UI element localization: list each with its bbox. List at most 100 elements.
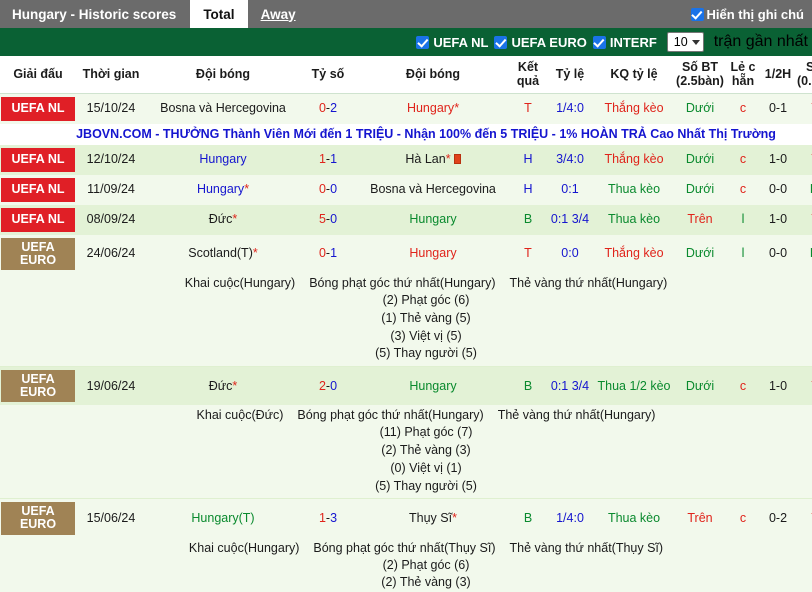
- score-away: 2: [330, 101, 338, 116]
- league-badge: UEFA NL: [1, 207, 75, 232]
- over-under-25-cell: Dưới: [674, 174, 726, 205]
- league-badge: UEFA EURO: [1, 237, 75, 270]
- over-under-075-cell: Trên: [796, 144, 812, 175]
- league-badge: UEFA NL: [1, 147, 75, 172]
- result-cell: H: [510, 144, 546, 175]
- odds-cell: 0:1 3/4: [546, 366, 594, 406]
- promo-banner-text: JBOVN.COM - THƯỞNG Thành Viên Mới đến 1 …: [76, 126, 776, 141]
- away-team-cell: Hà Lan*: [356, 144, 510, 175]
- league-cell: UEFA EURO: [0, 234, 76, 273]
- table-row[interactable]: UEFA NL 08/09/24 Đức* 5-0 Hungary B 0:1 3/4 Thu…: [0, 204, 812, 235]
- tab-away[interactable]: Away: [248, 0, 309, 28]
- column-header: KQ tỷ lệ: [594, 56, 674, 94]
- home-advantage-star-icon: *: [232, 212, 238, 227]
- table-row[interactable]: UEFA NL 11/09/24 Hungary* 0-0 Bosna và Herce…: [0, 174, 812, 205]
- top-bar: Hungary - Historic scores Total Away Hiển…: [0, 0, 812, 28]
- odds-result-cell: Thua kèo: [594, 498, 674, 538]
- over-under-25-cell: Trên: [674, 498, 726, 538]
- odd-even-cell: c: [726, 144, 760, 175]
- match-notes-stat-line: (2) Phạt góc (6): [382, 557, 470, 572]
- match-notes-heading-item: Khai cuộc(Hungary): [188, 540, 300, 555]
- filter-interf[interactable]: INTERF: [592, 34, 657, 50]
- filter-checkbox[interactable]: [416, 35, 430, 49]
- league-cell: UEFA EURO: [0, 366, 76, 406]
- match-notes-stat-line: (2) Thẻ vàng (3): [381, 575, 471, 590]
- column-header: Số BT (2.5bàn): [674, 56, 726, 94]
- filter-checkbox[interactable]: [592, 35, 606, 49]
- table-row[interactable]: UEFA EURO 15/06/24 Hungary(T) 1-3 Thụy Sĩ* B 1…: [0, 498, 812, 538]
- odds-result-cell: Thua 1/2 kèo: [594, 366, 674, 406]
- league-cell: UEFA EURO: [0, 498, 76, 538]
- match-notes-heading: Khai cuộc(Hungary) Bóng phạt góc thứ nhất…: [1, 276, 812, 291]
- tab-bar: Total Away: [190, 0, 308, 28]
- promo-banner-cell[interactable]: JBOVN.COM - THƯỞNG Thành Viên Mới đến 1 …: [0, 123, 812, 145]
- result-cell: B: [510, 498, 546, 538]
- half-time-score-cell: 1-0: [760, 144, 796, 175]
- match-notes-row: Khai cuộc(Hungary) Bóng phạt góc thứ nhất…: [0, 273, 812, 367]
- filter-uefa-nl[interactable]: UEFA NL: [416, 35, 488, 50]
- match-notes-stat-line: (3) Việt vị (5): [390, 328, 462, 343]
- table-row[interactable]: UEFA EURO 19/06/24 Đức* 2-0 Hungary B 0:1 3/4 T…: [0, 366, 812, 406]
- score-home: 5: [318, 212, 326, 227]
- odds-result-cell: Thắng kèo: [594, 93, 674, 124]
- result-cell: B: [510, 204, 546, 235]
- filter-checkbox[interactable]: [494, 35, 508, 49]
- score-cell: 2-0: [300, 366, 356, 406]
- odd-even-cell: c: [726, 498, 760, 538]
- show-notes-label: Hiển thị ghi chú: [706, 6, 805, 22]
- result-cell: B: [510, 366, 546, 406]
- away-team-name: Hungary: [409, 212, 457, 227]
- match-count-select[interactable]: 10: [666, 32, 704, 52]
- column-header: Tỷ số: [300, 56, 356, 94]
- score-away: 0: [330, 212, 338, 227]
- league-badge: UEFA EURO: [1, 502, 75, 535]
- tab-total[interactable]: Total: [190, 0, 248, 28]
- table-row[interactable]: UEFA EURO 24/06/24 Scotland(T)* 0-1 Hungary T…: [0, 234, 812, 273]
- odds-cell: 0:1: [546, 174, 594, 205]
- filter-label: UEFA NL: [433, 34, 489, 50]
- filter-bar: UEFA NL UEFA EURO INTERF 10 trận gần nhất: [0, 28, 812, 56]
- over-under-25-cell: Dưới: [674, 144, 726, 175]
- match-notes-stat-line: (11) Phạt góc (7): [379, 425, 473, 440]
- home-team-cell: Đức*: [146, 204, 300, 235]
- odd-even-cell: l: [726, 234, 760, 273]
- over-under-075-cell: Trên: [796, 366, 812, 406]
- show-notes-checkbox[interactable]: [690, 7, 704, 21]
- odds-result-cell: Thua kèo: [594, 174, 674, 205]
- league-filters: UEFA NL UEFA EURO INTERF: [416, 34, 657, 50]
- score-away: 0: [330, 182, 338, 197]
- chevron-down-icon: [691, 39, 700, 45]
- filter-label: INTERF: [609, 34, 657, 50]
- table-row[interactable]: UEFA NL 15/10/24 Bosna và Hercegovina 0-2 Hu…: [0, 93, 812, 124]
- filter-uefa-euro[interactable]: UEFA EURO: [494, 35, 587, 50]
- over-under-075-cell: Dưới: [796, 174, 812, 205]
- home-team-cell: Scotland(T)*: [146, 234, 300, 273]
- column-header: Lẻ c hẵn: [726, 56, 760, 94]
- match-notes-heading: Khai cuộc(Hungary) Bóng phạt góc thứ nhất…: [1, 541, 812, 556]
- red-card-icon: [453, 154, 461, 165]
- promo-banner-row[interactable]: JBOVN.COM - THƯỞNG Thành Viên Mới đến 1 …: [0, 123, 812, 145]
- column-header: 1/2H: [760, 56, 796, 94]
- odds-result-cell: Thắng kèo: [594, 234, 674, 273]
- result-cell: H: [510, 174, 546, 205]
- show-notes-toggle[interactable]: Hiển thị ghi chú: [690, 0, 812, 28]
- odd-even-cell: l: [726, 204, 760, 235]
- league-cell: UEFA NL: [0, 204, 76, 235]
- match-date: 15/06/24: [76, 498, 146, 538]
- over-under-25-cell: Dưới: [674, 366, 726, 406]
- home-team-cell: Bosna và Hercegovina: [146, 93, 300, 124]
- column-header: Đội bóng: [356, 56, 510, 94]
- score-cell: 5-0: [300, 204, 356, 235]
- league-badge: UEFA EURO: [1, 370, 75, 403]
- tab-label: Total: [203, 6, 235, 22]
- league-badge: UEFA NL: [1, 96, 75, 121]
- historic-scores-table: Giải đấu Thời gian Đội bóng Tỷ số Đội bóng Kế…: [0, 56, 812, 592]
- match-notes-heading-item: Khai cuộc(Đức): [196, 408, 284, 423]
- match-date: 08/09/24: [76, 204, 146, 235]
- match-notes-cell: Khai cuộc(Đức) Bóng phạt góc thứ nhất(Hun…: [0, 405, 812, 500]
- table-row[interactable]: UEFA NL 12/10/24 Hungary 1-1 Hà Lan* H 3/4:0 Th…: [0, 144, 812, 175]
- column-header: Tỷ lệ: [546, 56, 594, 94]
- match-notes-stat-line: (2) Thẻ vàng (3): [381, 443, 471, 457]
- league-badge: UEFA NL: [1, 177, 75, 202]
- home-team-name: Hungary(T): [191, 510, 255, 525]
